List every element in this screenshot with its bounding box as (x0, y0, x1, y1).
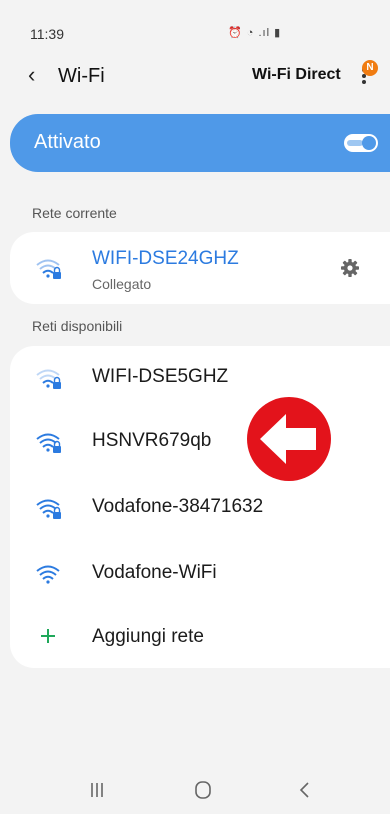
notification-badge: N (362, 60, 378, 76)
available-networks-section-label: Reti disponibili (32, 318, 123, 334)
current-network-status: Collegato (92, 276, 152, 292)
current-network-name: WIFI-DSE24GHZ (92, 248, 239, 269)
more-dot-icon (362, 80, 366, 84)
plus-icon (41, 629, 55, 643)
wifi-lock-icon (36, 499, 61, 519)
wifi-lock-icon (36, 433, 61, 453)
gear-icon[interactable] (340, 258, 360, 278)
status-icons: ⏰ ◔ .ıl ▮ (228, 27, 282, 39)
wifi-master-toggle[interactable]: Attivato (10, 114, 390, 172)
wifi-lock-icon (36, 259, 61, 279)
network-row[interactable]: HSNVR679qb (10, 410, 390, 474)
network-name: HSNVR679qb (92, 430, 212, 451)
wifi-direct-button[interactable]: Wi-Fi Direct (252, 66, 341, 84)
switch-knob (362, 136, 376, 150)
back-button[interactable]: ‹ (28, 64, 35, 86)
network-row[interactable]: Vodafone-WiFi (10, 542, 390, 606)
switch-track (347, 140, 363, 146)
top-bar: ‹ Wi-Fi Wi-Fi Direct (0, 56, 390, 96)
wifi-icon (36, 565, 60, 584)
page-title: Wi-Fi (58, 65, 105, 87)
network-name: Vodafone-WiFi (92, 562, 217, 583)
current-network-card: WIFI-DSE24GHZ Collegato (10, 232, 390, 304)
network-name: WIFI-DSE5GHZ (92, 366, 229, 387)
recent-apps-icon[interactable] (82, 778, 112, 802)
back-icon[interactable] (290, 778, 320, 802)
status-time: 11:39 (30, 26, 64, 42)
network-name: Vodafone-38471632 (92, 496, 264, 517)
network-row[interactable]: WIFI-DSE5GHZ (10, 346, 390, 410)
wifi-lock-icon (36, 369, 61, 389)
status-bar: 11:39 ⏰ ◔ .ıl ▮ (0, 0, 390, 44)
current-network-row[interactable]: WIFI-DSE24GHZ Collegato (10, 232, 390, 296)
home-icon[interactable] (188, 778, 218, 802)
toggle-label: Attivato (34, 131, 101, 153)
red-arrow-left-icon (247, 397, 331, 481)
add-network-label: Aggiungi rete (92, 626, 204, 647)
add-network-row[interactable]: Aggiungi rete (10, 606, 390, 670)
navigation-bar (0, 760, 390, 814)
current-network-section-label: Rete corrente (32, 205, 117, 221)
network-row[interactable]: Vodafone-38471632 (10, 476, 390, 540)
toggle-switch[interactable] (344, 134, 378, 152)
available-networks-card: WIFI-DSE5GHZ HSNVR679qb Vodafone-3847163… (10, 346, 390, 668)
